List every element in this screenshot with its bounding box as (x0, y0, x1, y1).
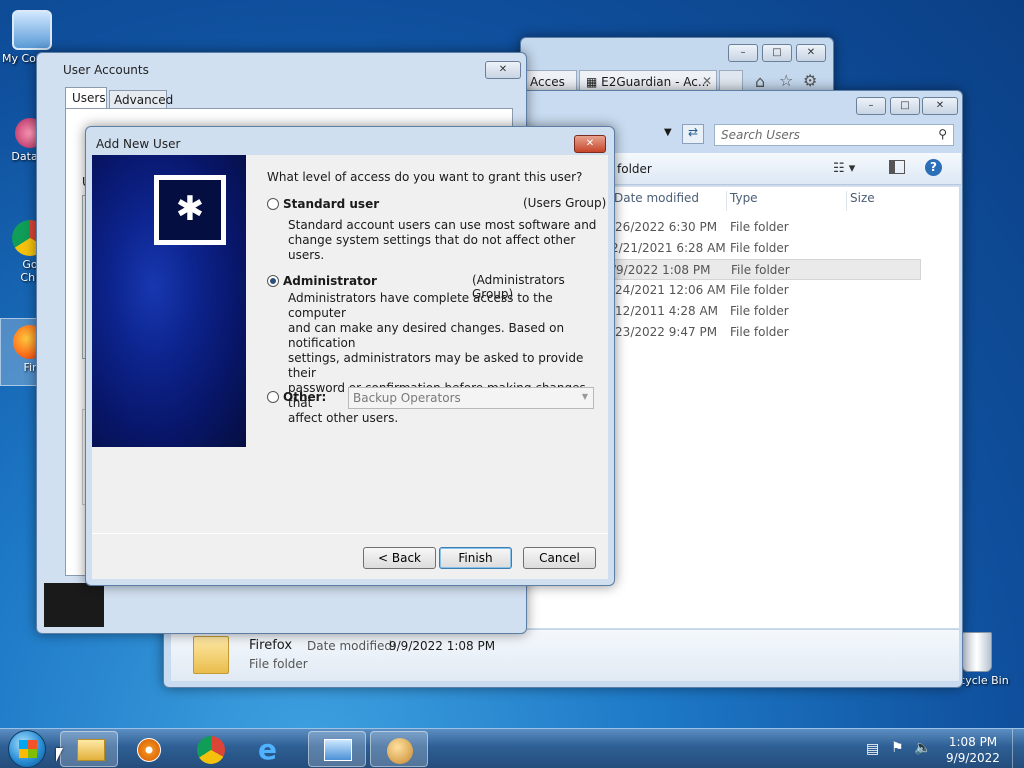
browser-window: – □ ✕ Acces ▦ E2Guardian - Ac... ✕ ⌂ ☆ ⚙ (520, 37, 834, 97)
dialog-body: ✱ What level of access do you want to gr… (92, 155, 608, 579)
recycle-bin-icon (962, 632, 992, 672)
chevron-down-icon: ▼ (581, 392, 588, 401)
close-button[interactable]: ✕ (796, 44, 826, 62)
access-question: What level of access do you want to gran… (267, 170, 583, 184)
standard-user-description: Standard account users can use most soft… (288, 218, 597, 262)
details-pane: Firefox Date modified: 9/9/2022 1:08 PM … (171, 629, 959, 681)
taskbar-chrome[interactable] (182, 731, 240, 767)
close-button[interactable]: ✕ (574, 135, 606, 153)
finish-button[interactable]: Finish (439, 547, 512, 569)
dialog-banner-image: ✱ (92, 155, 246, 447)
table-row[interactable]: /24/2021 12:06 AM File folder (611, 280, 921, 301)
tab-advanced[interactable]: Advanced (109, 90, 173, 109)
other-label[interactable]: Other: (283, 390, 326, 404)
close-button[interactable]: ✕ (922, 97, 958, 115)
other-group-select[interactable]: Backup Operators ▼ (348, 387, 594, 409)
clock[interactable]: 1:08 PM 9/9/2022 (940, 734, 1006, 766)
administrator-radio[interactable] (267, 275, 279, 287)
taskbar-control-panel[interactable] (308, 731, 366, 767)
table-row[interactable]: /26/2022 6:30 PM File folder (611, 217, 921, 238)
column-divider (726, 191, 727, 211)
minimize-button[interactable]: – (728, 44, 758, 62)
standard-user-group: (Users Group) (523, 196, 607, 210)
column-headers: Date modified Type Size (614, 191, 956, 211)
tab-users[interactable]: Users (65, 87, 107, 109)
mouse-cursor (56, 748, 63, 762)
favorites-star-icon[interactable]: ☆ (779, 71, 793, 90)
maximize-button[interactable]: □ (762, 44, 792, 62)
button-separator (92, 533, 608, 534)
windows-logo-icon (19, 740, 37, 758)
table-row[interactable]: /23/2022 9:47 PM File folder (611, 322, 921, 343)
help-icon[interactable]: ? (925, 159, 942, 176)
details-date-value: 9/9/2022 1:08 PM (389, 639, 496, 653)
column-divider (846, 191, 847, 211)
dialog-title: Add New User (96, 137, 181, 151)
search-icon: ⚲ (938, 127, 947, 141)
media-player-icon (137, 738, 161, 762)
details-name: Firefox (249, 638, 293, 653)
home-icon[interactable]: ⌂ (755, 72, 765, 91)
key-icon: ✱ (154, 175, 226, 245)
other-radio[interactable] (267, 391, 279, 403)
details-kind: File folder (249, 657, 308, 671)
start-button[interactable] (8, 730, 46, 768)
internet-explorer-icon: e (258, 733, 277, 766)
computer-icon (12, 10, 52, 50)
breadcrumb: folder (617, 162, 652, 176)
details-date-label: Date modified: (307, 639, 397, 653)
cancel-button[interactable]: Cancel (523, 547, 596, 569)
users-icon (387, 738, 413, 764)
folder-icon (193, 636, 229, 674)
close-tab-icon[interactable]: ✕ (702, 74, 712, 88)
control-panel-icon (324, 739, 352, 761)
close-button[interactable]: ✕ (485, 61, 521, 79)
column-header-size[interactable]: Size (850, 191, 875, 205)
folder-icon (77, 739, 105, 761)
administrator-label[interactable]: Administrator (283, 274, 377, 288)
table-row-selected[interactable]: /9/2022 1:08 PM File folder (611, 259, 921, 280)
column-header-type[interactable]: Type (730, 191, 758, 205)
left-dark-strip (44, 583, 104, 627)
network-icon[interactable]: ▤ (866, 741, 879, 757)
preview-pane-icon[interactable] (889, 160, 905, 174)
address-dropdown-icon[interactable]: ▼ (664, 127, 672, 138)
taskbar-user-accounts[interactable] (370, 731, 428, 767)
chrome-icon (197, 736, 225, 764)
refresh-icon[interactable]: ⇄ (682, 124, 704, 144)
add-new-user-dialog: Add New User ✕ ✱ What level of access do… (85, 126, 615, 586)
maximize-button[interactable]: □ (890, 97, 920, 115)
volume-icon[interactable]: 🔈 (914, 740, 931, 756)
minimize-button[interactable]: – (856, 97, 886, 115)
table-row[interactable]: /12/2011 4:28 AM File folder (611, 301, 921, 322)
taskbar-explorer[interactable] (60, 731, 118, 767)
standard-user-radio[interactable] (267, 198, 279, 210)
page-icon: ▦ (586, 75, 602, 89)
table-row[interactable]: 2/21/2021 6:28 AM File folder (611, 238, 921, 259)
settings-gear-icon[interactable]: ⚙ (803, 71, 817, 90)
column-header-date[interactable]: Date modified (614, 191, 699, 205)
taskbar: e ▤ ⚑ 🔈 1:08 PM 9/9/2022 (0, 728, 1024, 768)
taskbar-media-player[interactable] (120, 731, 178, 767)
window-title: User Accounts (63, 63, 149, 77)
action-center-flag-icon[interactable]: ⚑ (891, 740, 904, 756)
taskbar-internet-explorer[interactable]: e (244, 731, 302, 767)
standard-user-label[interactable]: Standard user (283, 197, 379, 211)
file-rows: /26/2022 6:30 PM File folder 2/21/2021 6:… (611, 217, 921, 347)
search-input[interactable]: Search Users ⚲ (714, 124, 954, 146)
view-options-icon[interactable]: ☷ ▾ (833, 161, 855, 176)
back-button[interactable]: < Back (363, 547, 436, 569)
show-desktop-button[interactable] (1012, 729, 1024, 768)
